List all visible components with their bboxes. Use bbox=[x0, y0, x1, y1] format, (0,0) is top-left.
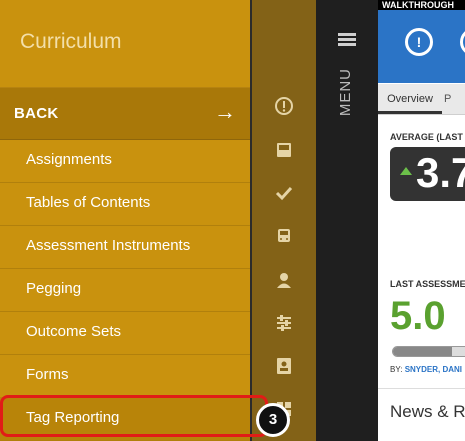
last-assessment-label: LAST ASSESSME bbox=[390, 279, 465, 289]
average-label: AVERAGE (LAST bbox=[390, 132, 463, 142]
checkmark-icon[interactable] bbox=[274, 183, 294, 203]
inbox-icon[interactable] bbox=[274, 140, 294, 160]
average-score-box: 3.7 bbox=[390, 147, 465, 201]
teacher-name[interactable]: SNYDER, DANI bbox=[405, 365, 462, 374]
by-line: BY: SNYDER, DANI bbox=[390, 365, 462, 374]
menu-item-assignments[interactable]: Assignments bbox=[0, 139, 250, 183]
menu-item-label: Outcome Sets bbox=[26, 323, 122, 340]
tab-next[interactable]: P bbox=[444, 84, 465, 114]
progress-fill bbox=[393, 347, 452, 356]
menu-item-label: Tables of Contents bbox=[26, 194, 151, 211]
by-prefix: BY: bbox=[390, 365, 403, 374]
person-icon[interactable] bbox=[274, 270, 294, 290]
icon-strip bbox=[252, 0, 316, 441]
menu-item-outcome-sets[interactable]: Outcome Sets bbox=[0, 311, 250, 355]
menu-item-label: Assignments bbox=[26, 151, 112, 168]
last-assessment-value: 5.0 bbox=[390, 294, 446, 338]
preview-tabs: Overview P bbox=[378, 84, 465, 115]
hamburger-icon[interactable] bbox=[338, 33, 356, 47]
contact-card-icon[interactable] bbox=[274, 356, 294, 376]
menu-column[interactable]: MENU bbox=[316, 0, 378, 441]
tab-overview[interactable]: Overview bbox=[378, 84, 442, 114]
arrow-right-icon: → bbox=[214, 99, 236, 124]
sliders-icon[interactable] bbox=[274, 313, 294, 333]
panel-title: Curriculum bbox=[20, 30, 122, 53]
menu-item-label: Pegging bbox=[26, 280, 82, 297]
menu-item-forms[interactable]: Forms bbox=[0, 354, 250, 398]
info-circle-icon[interactable]: ! bbox=[405, 28, 433, 56]
secondary-header-icon[interactable] bbox=[460, 28, 465, 56]
walkthrough-bar: WALKTHROUGH bbox=[378, 0, 465, 10]
menu-item-tables-of-contents[interactable]: Tables of Contents bbox=[0, 182, 250, 226]
average-value: 3.7 bbox=[416, 149, 465, 196]
preview-header: ! bbox=[378, 10, 465, 83]
news-heading: News & R bbox=[390, 402, 465, 421]
menu-item-assessment-instruments[interactable]: Assessment Instruments bbox=[0, 225, 250, 269]
up-arrow-icon bbox=[400, 167, 412, 175]
menu-item-label: Assessment Instruments bbox=[26, 237, 191, 254]
back-label: BACK bbox=[14, 105, 59, 122]
step-badge: 3 bbox=[256, 403, 290, 437]
menu-item-pegging[interactable]: Pegging bbox=[0, 268, 250, 312]
back-button[interactable]: BACK → bbox=[0, 87, 250, 140]
info-circle-icon[interactable] bbox=[274, 96, 294, 116]
tag-reporting-highlight bbox=[0, 395, 268, 437]
bus-icon[interactable] bbox=[274, 226, 294, 246]
walkthrough-label: WALKTHROUGH bbox=[382, 0, 454, 10]
divider bbox=[378, 388, 465, 389]
menu-label: MENU bbox=[337, 68, 354, 117]
app-preview: WALKTHROUGH ! Overview P AVERAGE (LAST 3… bbox=[378, 0, 465, 441]
score-progress-bar bbox=[392, 346, 465, 357]
menu-item-label: Forms bbox=[26, 366, 69, 383]
curriculum-panel: Curriculum BACK → Assignments Tables of … bbox=[0, 0, 250, 441]
